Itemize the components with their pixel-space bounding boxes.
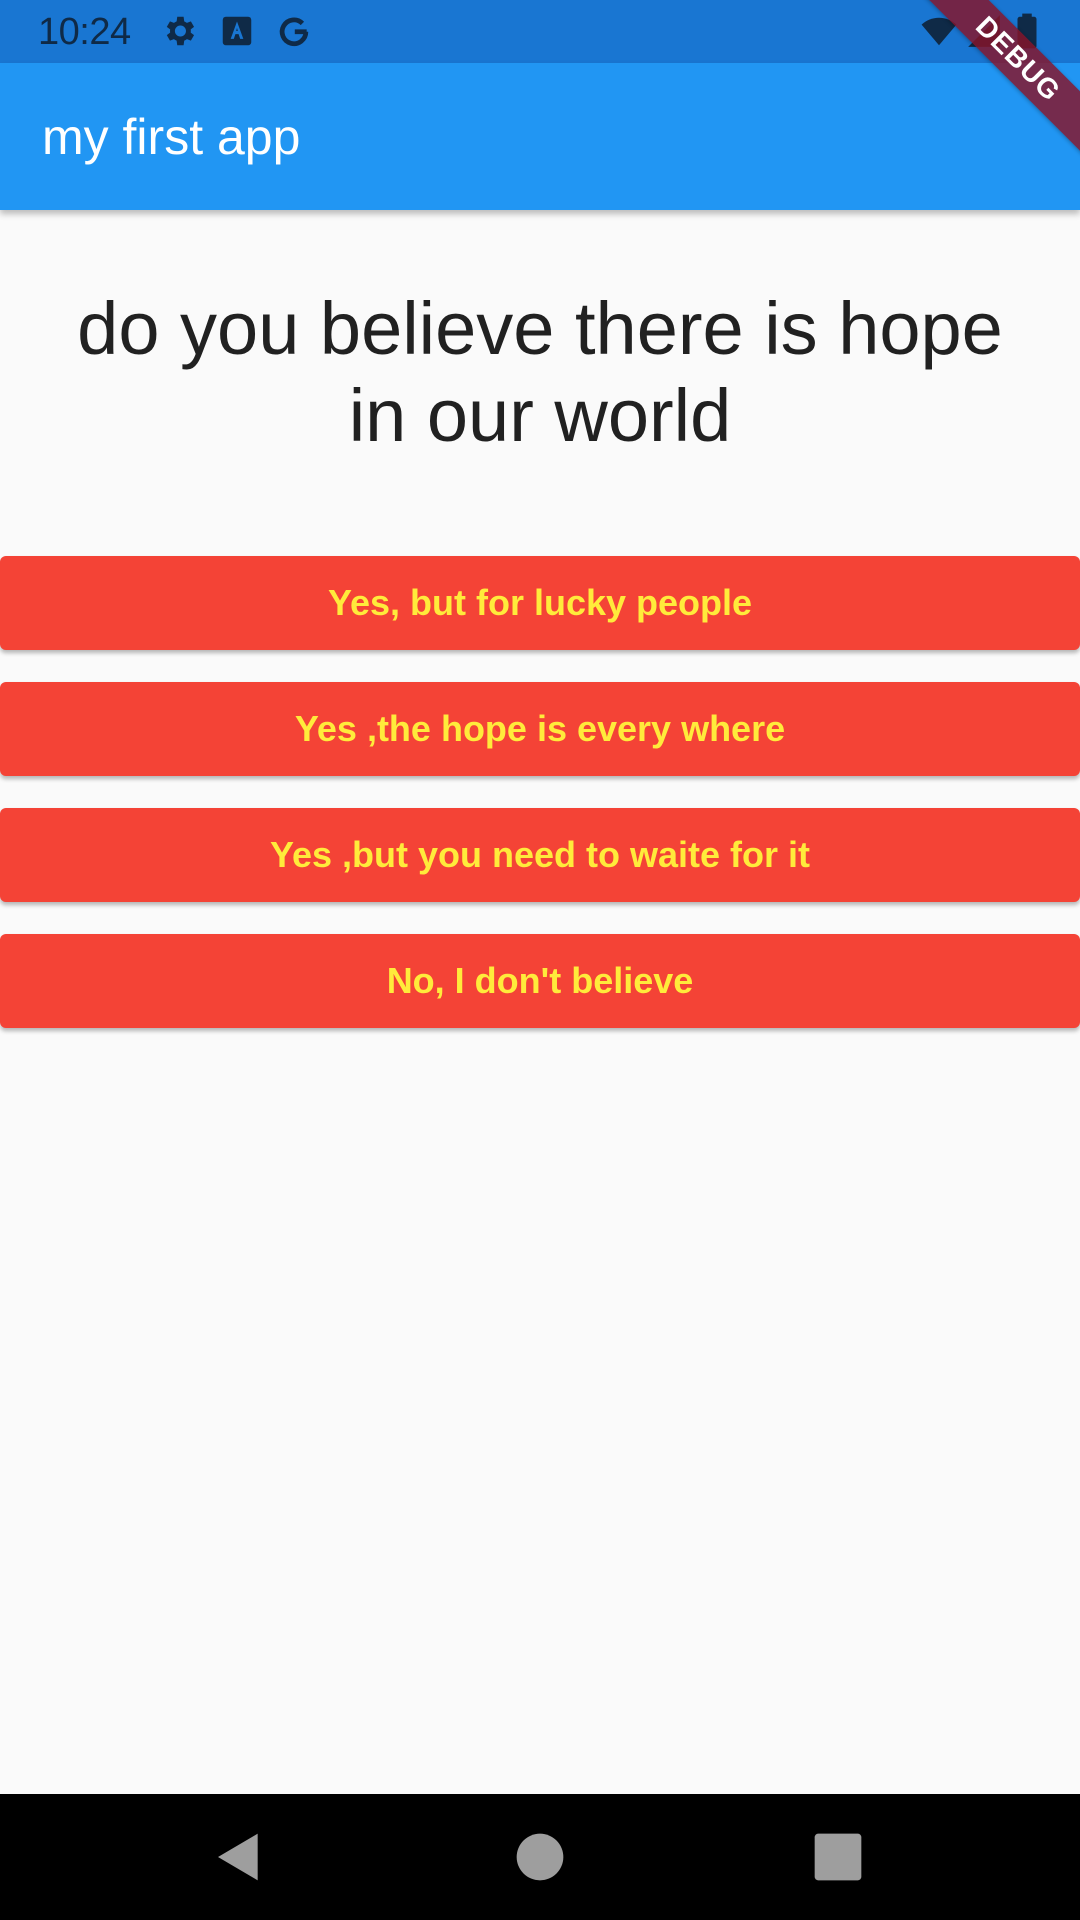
status-time: 10:24 [38, 11, 131, 53]
font-a-icon [218, 12, 256, 50]
app-title: my first app [42, 109, 301, 165]
answer-button-label: Yes ,but you need to waite for it [269, 834, 811, 875]
home-icon[interactable] [512, 1829, 568, 1885]
status-bar: 10:24 [0, 0, 1080, 63]
answer-button-4[interactable]: No, I don't believe [0, 934, 1080, 1028]
answer-button-label: Yes ,the hope is every where [294, 708, 786, 749]
answer-button-3[interactable]: Yes ,but you need to waite for it [0, 808, 1080, 902]
app-screen: 10:24 my first app DEBUG do you believe … [0, 0, 1080, 1920]
answer-button-label: No, I don't believe [386, 960, 694, 1001]
google-g-icon [275, 12, 313, 50]
answer-button-1[interactable]: Yes, but for lucky people [0, 556, 1080, 650]
recents-icon[interactable] [810, 1829, 866, 1885]
navigation-bar [0, 1794, 1080, 1920]
question-text: do you believe there is hope in our worl… [77, 287, 1003, 457]
back-icon[interactable] [211, 1829, 267, 1885]
answer-button-label: Yes, but for lucky people [327, 582, 753, 623]
settings-gear-icon [160, 12, 198, 50]
app-bar: my first app [0, 63, 1080, 210]
answer-button-2[interactable]: Yes ,the hope is every where [0, 682, 1080, 776]
